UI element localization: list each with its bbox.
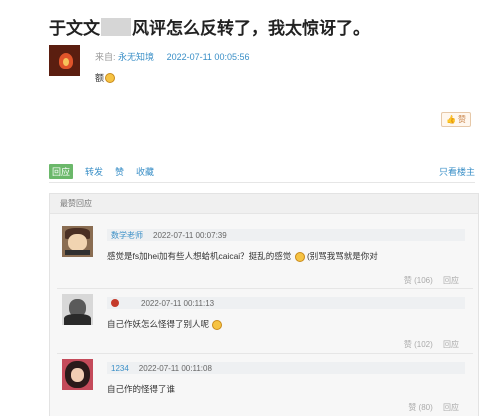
emoji-icon bbox=[105, 72, 116, 83]
author-avatar[interactable] bbox=[49, 45, 80, 76]
reply-item: 1234 2022-07-11 00:11:08 自己作的怪得了谁 赞 (80)… bbox=[57, 356, 473, 416]
reply-meta-bar: 1234 2022-07-11 00:11:08 bbox=[107, 362, 465, 374]
reply-meta-bar: 数学老师 2022-07-11 00:07:39 bbox=[107, 229, 465, 241]
only-op-link[interactable]: 只看楼主 bbox=[439, 165, 475, 178]
emoji-icon bbox=[212, 319, 223, 330]
reply-meta-bar: 2022-07-11 00:11:13 bbox=[107, 297, 465, 309]
reply-content: 自己作的怪得了谁 bbox=[107, 383, 175, 395]
reply-text: 自己作妖怎么怪得了别人呢 bbox=[107, 319, 210, 329]
thumb-up-icon: 👍 bbox=[446, 115, 456, 124]
reply-text-tail: (别骂我骂就是你对 bbox=[306, 251, 378, 261]
best-replies-header: 最赞回应 bbox=[50, 194, 478, 214]
reply-reply-link[interactable]: 回应 bbox=[443, 403, 459, 412]
avatar-flame-core bbox=[63, 58, 69, 66]
reply-text: 感觉是fs加hei加有些人想蛤机caicai？挺乱的感觉 bbox=[107, 251, 292, 261]
author-link[interactable]: 永无知境 bbox=[118, 52, 154, 62]
reply-footer: 赞 (102) 回应 bbox=[396, 339, 459, 350]
reply-time: 2022-07-11 00:11:13 bbox=[141, 298, 215, 308]
avatar-body bbox=[64, 314, 91, 325]
source-label: 来自: bbox=[95, 52, 116, 62]
reply-avatar[interactable] bbox=[62, 359, 93, 390]
reply-separator bbox=[57, 288, 473, 289]
reply-content: 感觉是fs加hei加有些人想蛤机caicai？挺乱的感觉 (别骂我骂就是你对 bbox=[107, 250, 378, 262]
repost-button[interactable]: 转发 bbox=[85, 165, 103, 178]
reply-avatar[interactable] bbox=[62, 226, 93, 257]
like-button[interactable]: 👍 赞 bbox=[441, 112, 471, 127]
reply-button[interactable]: 回应 bbox=[49, 164, 74, 179]
post-body-text: 额 bbox=[95, 73, 105, 83]
post-body: 额 bbox=[95, 71, 116, 84]
reply-time: 2022-07-11 00:11:08 bbox=[138, 363, 212, 373]
reply-like-link[interactable]: 赞 (102) bbox=[404, 340, 433, 349]
post-meta: 来自: 永无知境 2022-07-11 00:05:56 bbox=[95, 50, 249, 63]
reply-author[interactable]: 数学老师 bbox=[111, 230, 143, 241]
user-badge-icon bbox=[111, 299, 119, 307]
avatar-face bbox=[71, 368, 84, 382]
reply-footer: 赞 (106) 回应 bbox=[396, 275, 459, 286]
divider bbox=[49, 182, 475, 183]
reply-item: 数学老师 2022-07-11 00:07:39 感觉是fs加hei加有些人想蛤… bbox=[57, 223, 473, 293]
reply-time: 2022-07-11 00:07:39 bbox=[153, 230, 227, 240]
reply-content: 自己作妖怎么怪得了别人呢 bbox=[107, 318, 223, 330]
collect-button[interactable]: 收藏 bbox=[136, 165, 154, 178]
emoji-icon bbox=[294, 251, 305, 262]
reply-author[interactable]: 1234 bbox=[111, 364, 129, 373]
reply-reply-link[interactable]: 回应 bbox=[443, 340, 459, 349]
reply-item: 2022-07-11 00:11:13 自己作妖怎么怪得了别人呢 赞 (102)… bbox=[57, 291, 473, 361]
reply-like-link[interactable]: 赞 (106) bbox=[404, 276, 433, 285]
avatar-face bbox=[68, 234, 87, 251]
post-title-part1: 于文文 bbox=[49, 19, 100, 38]
post-title: 于文文 风评怎么反转了，我太惊讶了。 bbox=[49, 14, 370, 39]
post-time: 2022-07-11 00:05:56 bbox=[166, 52, 250, 62]
avatar-caption bbox=[65, 250, 90, 255]
post-title-part2: 风评怎么反转了，我太惊讶了。 bbox=[132, 19, 370, 38]
reply-separator bbox=[57, 353, 473, 354]
reply-avatar[interactable] bbox=[62, 294, 93, 325]
reply-text: 自己作的怪得了谁 bbox=[107, 384, 176, 394]
action-bar: 回应 转发 赞 收藏 只看楼主 bbox=[49, 164, 475, 179]
reply-footer: 赞 (80) 回应 bbox=[400, 402, 459, 413]
best-replies-section: 最赞回应 数学老师 2022-07-11 00:07:39 感觉是fs加hei加… bbox=[49, 193, 479, 416]
censor-blur bbox=[101, 17, 131, 36]
like-action-button[interactable]: 赞 bbox=[115, 165, 124, 178]
reply-like-link[interactable]: 赞 (80) bbox=[408, 403, 432, 412]
reply-reply-link[interactable]: 回应 bbox=[443, 276, 459, 285]
like-button-label: 赞 bbox=[457, 115, 466, 124]
